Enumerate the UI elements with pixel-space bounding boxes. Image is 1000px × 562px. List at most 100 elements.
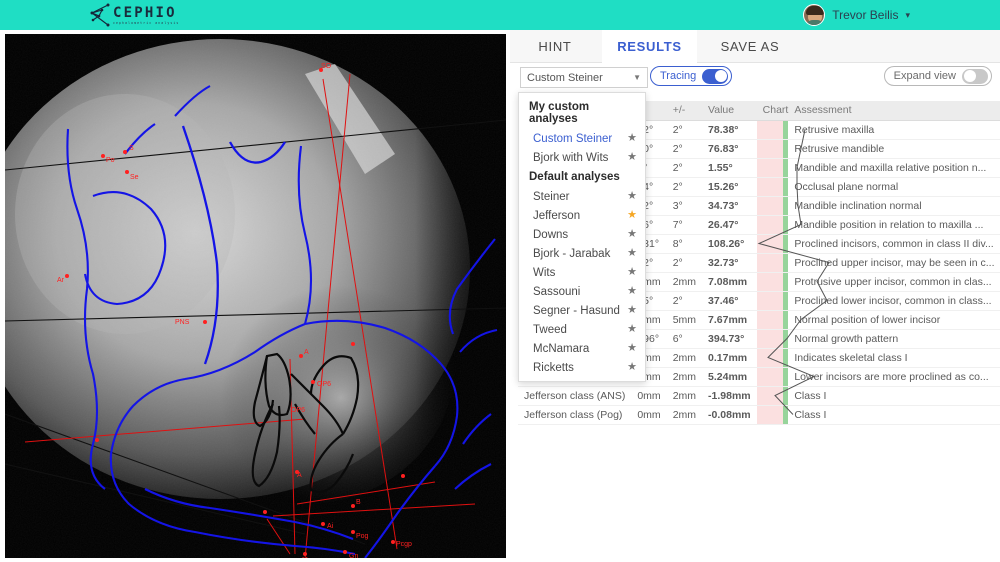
cell-chart [757, 291, 789, 310]
favorite-star-icon[interactable]: ★ [627, 324, 637, 335]
dropdown-item[interactable]: McNamara★ [519, 339, 645, 358]
cell-value: 7.08mm [702, 272, 757, 291]
svg-text:A: A [297, 472, 302, 479]
favorite-star-icon[interactable]: ★ [627, 362, 637, 373]
cell-plusminus: 3° [667, 196, 702, 215]
cell-value: 394.73° [702, 329, 757, 348]
favorite-star-icon[interactable]: ★ [627, 229, 637, 240]
tab-hint[interactable]: HINT [510, 30, 600, 63]
analysis-select-value: Custom Steiner [527, 72, 633, 84]
favorite-star-icon[interactable]: ★ [627, 343, 637, 354]
favorite-star-icon[interactable]: ★ [627, 133, 637, 144]
cell-chart [757, 196, 789, 215]
cell-plusminus: 2mm [667, 405, 702, 424]
cell-plusminus: 2mm [667, 348, 702, 367]
dropdown-item-label: Segner - Hasund [533, 305, 627, 317]
cell-name: Jefferson class (ANS) [518, 386, 631, 405]
dropdown-item-label: Bjork - Jarabak [533, 248, 627, 260]
dropdown-item[interactable]: Bjork with Wits★ [519, 148, 645, 167]
chevron-down-icon[interactable]: ▾ [905, 10, 910, 21]
cell-plusminus: 2° [667, 253, 702, 272]
cell-assessment: Occlusal plane normal [788, 177, 1000, 196]
favorite-star-icon[interactable]: ★ [627, 191, 637, 202]
cell-chart [757, 367, 789, 386]
dropdown-item-label: Jefferson [533, 210, 627, 222]
cell-assessment: Indicates skeletal class I [788, 348, 1000, 367]
cell-assessment: Retrusive mandible [788, 139, 1000, 158]
favorite-star-icon[interactable]: ★ [627, 210, 637, 221]
col-chart[interactable]: Chart [757, 101, 789, 120]
favorite-star-icon[interactable]: ★ [627, 305, 637, 316]
favorite-star-icon[interactable]: ★ [627, 248, 637, 259]
svg-text:Pcgp: Pcgp [396, 541, 412, 548]
favorite-star-icon[interactable]: ★ [627, 286, 637, 297]
col-value[interactable]: Value [702, 101, 757, 120]
tracing-toggle[interactable]: Tracing [650, 66, 732, 86]
cell-value: -1.98mm [702, 386, 757, 405]
cell-value: -0.08mm [702, 405, 757, 424]
svg-text:Pog: Pog [356, 533, 369, 540]
cell-plusminus: 2° [667, 120, 702, 139]
dropdown-group-title: My custom analyses [519, 97, 645, 129]
dropdown-item[interactable]: Ricketts★ [519, 358, 645, 377]
svg-text:Gn: Gn [349, 553, 358, 558]
analysis-select[interactable]: Custom Steiner ▼ [520, 67, 648, 88]
cell-value: 0.17mm [702, 348, 757, 367]
svg-text:Se: Se [130, 174, 139, 181]
dropdown-group-title: Default analyses [519, 167, 645, 187]
brand-tagline: cephalometric analysis [113, 21, 179, 25]
cell-chart [757, 120, 789, 139]
cell-assessment: Protrusive upper incisor, common in clas… [788, 272, 1000, 291]
dropdown-item[interactable]: Segner - Hasund★ [519, 301, 645, 320]
tab-bar: HINT RESULTS SAVE AS [510, 30, 1000, 63]
app-logo[interactable]: CEPHIO cephalometric analysis [88, 1, 179, 29]
cell-assessment: Mandible position in relation to maxilla… [788, 215, 1000, 234]
cell-chart [757, 139, 789, 158]
favorite-star-icon[interactable]: ★ [627, 152, 637, 163]
cell-assessment: Class I [788, 386, 1000, 405]
dropdown-item-label: Bjork with Wits [533, 152, 627, 164]
dropdown-item[interactable]: Custom Steiner★ [519, 129, 645, 148]
dropdown-item-label: Downs [533, 229, 627, 241]
cell-plusminus: 6° [667, 329, 702, 348]
tab-save-as[interactable]: SAVE AS [700, 30, 800, 63]
cell-assessment: Normal growth pattern [788, 329, 1000, 348]
cell-chart [757, 234, 789, 253]
cephalogram-tracing: PoS SeAr PNSSO AOP6 OP6Ai BPog PcgpMe Gn… [5, 34, 506, 558]
dropdown-item[interactable]: Sassouni★ [519, 282, 645, 301]
table-row[interactable]: Jefferson class (Pog)0mm2mm-0.08mmClass … [518, 405, 1000, 424]
cell-plusminus: 5mm [667, 310, 702, 329]
expand-view-track [962, 69, 988, 84]
expand-view-label: Expand view [894, 70, 956, 82]
dropdown-item[interactable]: Wits★ [519, 263, 645, 282]
cell-assessment: Proclined incisors, common in class II d… [788, 234, 1000, 253]
table-row[interactable]: Jefferson class (ANS)0mm2mm-1.98mmClass … [518, 386, 1000, 405]
dropdown-item[interactable]: Bjork - Jarabak★ [519, 244, 645, 263]
cell-chart [757, 329, 789, 348]
analysis-dropdown-menu[interactable]: My custom analysesCustom Steiner★Bjork w… [518, 92, 646, 382]
cell-chart [757, 348, 789, 367]
cell-chart [757, 158, 789, 177]
cell-value: 32.73° [702, 253, 757, 272]
expand-view-toggle[interactable]: Expand view [884, 66, 992, 86]
dropdown-item[interactable]: Downs★ [519, 225, 645, 244]
cell-plusminus: 8° [667, 234, 702, 253]
xray-viewport[interactable]: PoS SeAr PNSSO AOP6 OP6Ai BPog PcgpMe Gn… [5, 34, 506, 558]
cell-plusminus: 2° [667, 291, 702, 310]
favorite-star-icon[interactable]: ★ [627, 267, 637, 278]
dropdown-item[interactable]: Jefferson★ [519, 206, 645, 225]
avatar [803, 4, 825, 26]
col-assessment[interactable]: Assessment [788, 101, 1000, 120]
cell-plusminus: 2mm [667, 386, 702, 405]
cell-value: 5.24mm [702, 367, 757, 386]
tab-results[interactable]: RESULTS [602, 30, 697, 63]
col-plusminus[interactable]: +/- [667, 101, 702, 120]
dropdown-item-label: McNamara [533, 343, 627, 355]
svg-text:Po: Po [106, 157, 115, 164]
dropdown-item[interactable]: Tweed★ [519, 320, 645, 339]
user-menu[interactable]: Trevor Beilis ▾ [803, 0, 910, 30]
dropdown-item[interactable]: Steiner★ [519, 187, 645, 206]
cell-assessment: Class I [788, 405, 1000, 424]
svg-text:A: A [304, 349, 309, 356]
top-bar: CEPHIO cephalometric analysis Trevor Bei… [0, 0, 1000, 30]
